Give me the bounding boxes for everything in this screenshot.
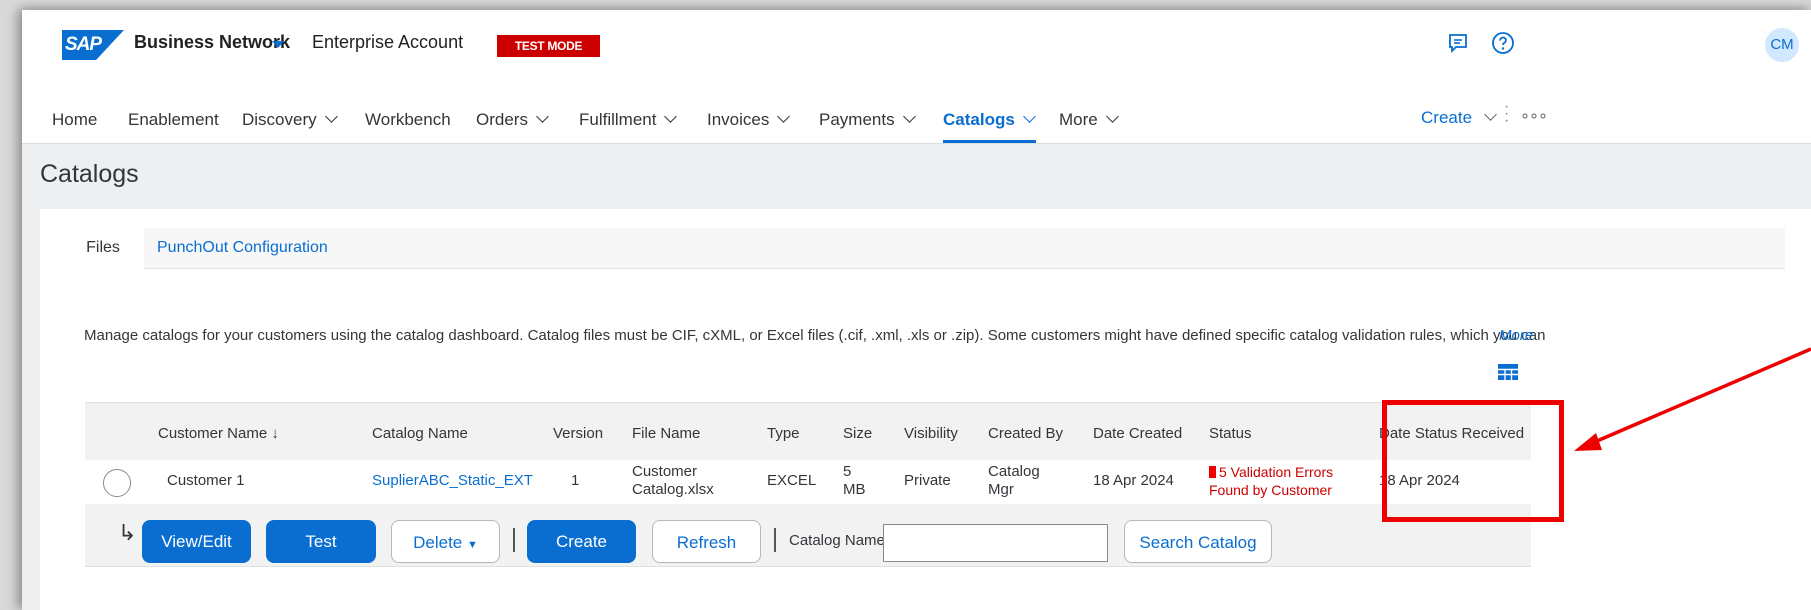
error-marker-icon <box>1209 466 1216 478</box>
col-file-name[interactable]: File Name <box>632 425 700 442</box>
table-row[interactable]: Customer 1 SuplierABC_Static_EXT 1 Custo… <box>85 460 1531 505</box>
col-visibility[interactable]: Visibility <box>904 425 958 442</box>
cell-visibility: Private <box>904 472 951 489</box>
product-switcher-caret-icon[interactable] <box>272 41 284 48</box>
chevron-down-icon <box>777 110 791 123</box>
return-arrow-icon: ↳ <box>118 520 137 545</box>
nav-workbench[interactable]: Workbench <box>365 110 451 130</box>
chevron-down-icon <box>536 110 549 123</box>
cell-type: EXCEL <box>767 472 817 489</box>
nav-home[interactable]: Home <box>52 110 97 130</box>
view-edit-button[interactable]: View/Edit <box>142 520 251 563</box>
chevron-down-icon <box>324 110 338 123</box>
delete-button[interactable]: Delete ▼ <box>391 520 500 563</box>
cell-customer-name: Customer 1 <box>167 472 245 489</box>
nav-catalogs[interactable]: Catalogs <box>943 110 1036 130</box>
account-type: Enterprise Account <box>312 32 464 52</box>
user-avatar[interactable]: CM <box>1765 28 1799 62</box>
overflow-menu-icon[interactable]: ∘∘∘ <box>1520 106 1548 126</box>
catalog-name-label: Catalog Name <box>789 532 885 549</box>
table-settings-icon[interactable] <box>1498 364 1518 380</box>
row-select-radio[interactable] <box>103 469 131 497</box>
col-type[interactable]: Type <box>767 425 800 442</box>
notifications-icon[interactable] <box>1443 28 1473 58</box>
sort-descending-icon: ↓ <box>271 425 279 442</box>
cell-created-by: Catalog Mgr <box>988 463 1040 498</box>
tab-punchout-configuration[interactable]: PunchOut Configuration <box>157 228 328 268</box>
col-customer-name[interactable]: Customer Name ↓ <box>158 425 279 442</box>
sap-logo[interactable]: SAP <box>62 30 124 60</box>
table-header: Customer Name ↓ Catalog Name Version Fil… <box>85 402 1531 461</box>
chevron-down-icon <box>902 110 916 123</box>
cell-version: 1 <box>571 472 580 489</box>
nav-orders[interactable]: Orders <box>476 110 549 130</box>
catalog-description: Manage catalogs for your customers using… <box>84 327 1546 344</box>
cell-file-name: Customer Catalog.xlsx <box>632 463 714 498</box>
chevron-down-icon <box>664 110 678 123</box>
divider <box>774 528 776 552</box>
cell-size: 5 MB <box>843 463 866 498</box>
nav-discovery[interactable]: Discovery <box>242 110 338 130</box>
product-name[interactable]: Business Network <box>134 32 290 53</box>
cell-status-error-link[interactable]: 5 Validation Errors Found by Customer <box>1209 463 1333 499</box>
col-status[interactable]: Status <box>1209 425 1252 442</box>
nav-invoices[interactable]: Invoices <box>707 110 791 130</box>
col-created-by[interactable]: Created By <box>988 425 1063 442</box>
col-size[interactable]: Size <box>843 425 872 442</box>
test-button[interactable]: Test <box>266 520 376 563</box>
nav-more[interactable]: More <box>1059 110 1119 130</box>
chevron-down-icon <box>1484 108 1497 121</box>
nav-payments[interactable]: Payments <box>819 110 916 130</box>
caret-down-icon: ▼ <box>466 539 478 551</box>
status-highlight-box <box>1382 400 1564 522</box>
chevron-down-icon <box>1022 110 1036 123</box>
search-catalog-button[interactable]: Search Catalog <box>1124 520 1272 563</box>
table-actions-bar: ↳ View/Edit Test Delete ▼ Create Refresh… <box>85 504 1531 567</box>
active-nav-indicator <box>943 140 1036 143</box>
vertical-separator-icon: · · · <box>1504 98 1510 129</box>
cell-catalog-name-link[interactable]: SuplierABC_Static_EXT <box>372 472 533 490</box>
catalog-name-input[interactable] <box>883 524 1108 562</box>
help-icon[interactable] <box>1488 28 1518 58</box>
top-bar: SAP Business Network Enterprise Account … <box>22 10 1811 144</box>
col-date-created[interactable]: Date Created <box>1093 425 1182 442</box>
more-link[interactable]: More <box>1499 327 1533 344</box>
create-menu-button[interactable]: Create <box>1421 108 1497 128</box>
col-version[interactable]: Version <box>553 425 603 442</box>
nav-fulfillment[interactable]: Fulfillment <box>579 110 678 130</box>
create-button[interactable]: Create <box>527 520 636 563</box>
cell-date-created: 18 Apr 2024 <box>1093 472 1174 489</box>
divider <box>513 528 515 552</box>
tab-files[interactable]: Files <box>62 228 144 269</box>
page-title: Catalogs <box>40 160 139 188</box>
refresh-button[interactable]: Refresh <box>652 520 761 563</box>
chevron-down-icon <box>1105 110 1119 123</box>
test-mode-badge: TEST MODE <box>497 35 600 57</box>
col-catalog-name[interactable]: Catalog Name <box>372 425 468 442</box>
nav-enablement[interactable]: Enablement <box>128 110 219 130</box>
catalog-tabs: Files PunchOut Configuration <box>62 228 1785 269</box>
